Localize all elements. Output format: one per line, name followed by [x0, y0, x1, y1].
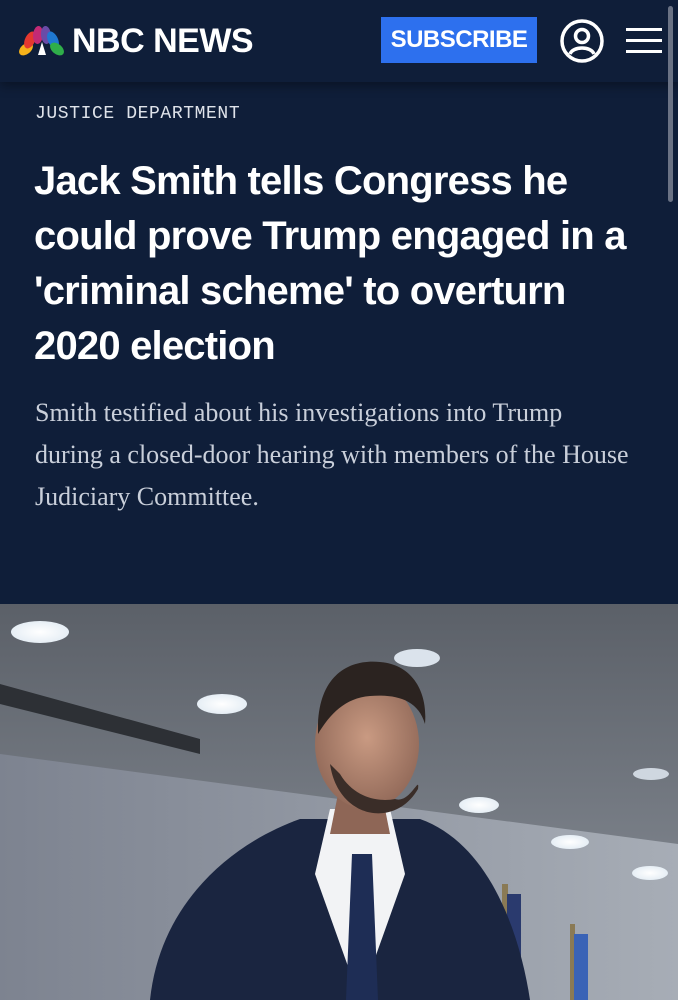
brand-name: NBC NEWS: [72, 21, 254, 60]
article-headline: Jack Smith tells Congress he could prove…: [34, 159, 626, 368]
article-dek: Smith testified about his investigations…: [35, 398, 629, 511]
peacock-icon: [19, 26, 64, 56]
site-header: NBC NEWS SUBSCRIBE: [0, 0, 678, 82]
article-header: JUSTICE DEPARTMENT Jack Smith tells Cong…: [0, 82, 678, 604]
hamburger-menu-icon[interactable]: [626, 24, 662, 56]
category-label[interactable]: JUSTICE DEPARTMENT: [35, 104, 240, 124]
article-photo: [0, 604, 678, 1000]
scrollbar[interactable]: [668, 6, 673, 202]
nbc-news-logo[interactable]: NBC NEWS: [16, 21, 254, 60]
account-icon[interactable]: [558, 17, 606, 65]
subscribe-button[interactable]: SUBSCRIBE: [381, 17, 537, 63]
